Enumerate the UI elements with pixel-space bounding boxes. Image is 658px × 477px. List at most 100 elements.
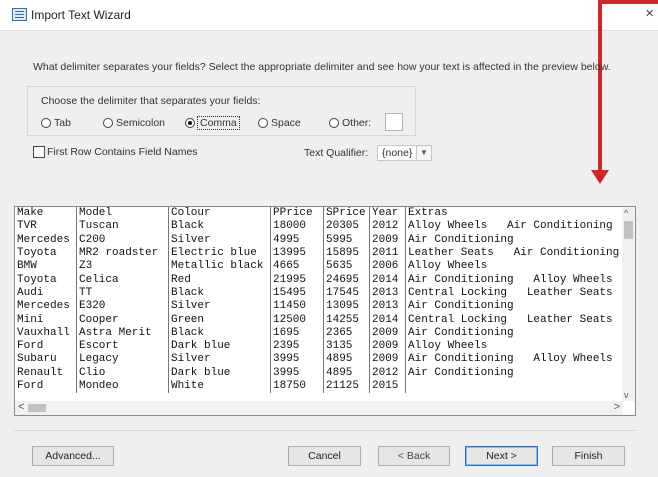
preview-grid-area: Make Model Colour PPrice SPrice Year Extras TVR… bbox=[15, 207, 623, 401]
preview-cell: Black bbox=[168, 326, 271, 340]
preview-cell: Red bbox=[168, 273, 271, 287]
text-qualifier-label: Text Qualifier: bbox=[304, 147, 369, 159]
radio-comma-label: Comma bbox=[197, 116, 240, 130]
preview-cell: Air Conditioning bbox=[405, 300, 623, 314]
preview-cell: Z3 bbox=[76, 260, 169, 274]
text-qualifier-select[interactable]: {none} ▼ bbox=[377, 145, 432, 161]
preview-cell: Mini bbox=[17, 313, 44, 326]
preview-cell: Colour bbox=[168, 207, 271, 221]
preview-cell: Silver bbox=[168, 300, 271, 314]
preview-cell: 2011 bbox=[369, 246, 406, 261]
preview-cell: 2006 bbox=[369, 260, 406, 274]
preview-cell: Toyota bbox=[17, 247, 57, 260]
preview-cell: Astra Merit bbox=[76, 326, 169, 340]
preview-cell: 2012 bbox=[369, 220, 406, 234]
scroll-up-icon[interactable]: ^ bbox=[624, 208, 628, 218]
preview-cell bbox=[405, 379, 623, 394]
radio-tab[interactable]: Tab bbox=[41, 116, 71, 130]
scroll-left-icon[interactable]: < bbox=[18, 401, 24, 413]
radio-circle-selected[interactable] bbox=[185, 118, 195, 128]
vertical-scrollbar[interactable]: ^ v bbox=[622, 207, 635, 401]
radio-tab-label: Tab bbox=[54, 117, 71, 129]
instructions-text: What delimiter separates your fields? Se… bbox=[33, 61, 611, 73]
scroll-down-icon[interactable]: v bbox=[624, 390, 629, 400]
annotation-arrow-head bbox=[591, 170, 609, 184]
scroll-right-icon[interactable]: > bbox=[614, 401, 620, 413]
finish-button[interactable]: Finish bbox=[552, 446, 625, 466]
preview-grid: Make Model Colour PPrice SPrice Year Extras TVR… bbox=[15, 207, 623, 394]
preview-row: Subaru Legacy Silver 3995 4895 2009 Air Condit… bbox=[15, 353, 623, 367]
preview-cell: Electric blue bbox=[168, 246, 271, 261]
preview-cell: Black bbox=[168, 286, 271, 301]
radio-semicolon-label: Semicolon bbox=[116, 117, 166, 129]
preview-cell: Extras bbox=[405, 207, 623, 221]
preview-row: Mercedes E320 Silver 11450 13095 2013 Air Cond… bbox=[15, 300, 623, 314]
preview-cell: Metallic black bbox=[168, 260, 271, 274]
preview-cell: 21125 bbox=[323, 379, 370, 394]
preview-cell: Air Conditioning Alloy Wheels bbox=[405, 273, 623, 287]
window-title: Import Text Wizard bbox=[31, 8, 131, 22]
cancel-button[interactable]: Cancel bbox=[288, 446, 361, 466]
first-row-field-names-checkbox[interactable] bbox=[33, 146, 45, 158]
preview-cell: 4665 bbox=[270, 260, 324, 274]
preview-cell: Clio bbox=[76, 366, 169, 380]
preview-cell: Celica bbox=[76, 273, 169, 287]
radio-circle[interactable] bbox=[103, 118, 113, 128]
next-button[interactable]: Next > bbox=[465, 446, 538, 466]
preview-cell: Model bbox=[76, 207, 169, 221]
preview-row: BMW Z3 Metallic black 4665 5635 2006 Alloy Whe… bbox=[15, 260, 623, 274]
preview-cell: 12500 bbox=[270, 313, 324, 327]
other-delimiter-input[interactable] bbox=[385, 113, 403, 131]
annotation-arrow-shaft bbox=[598, 0, 602, 172]
preview-cell: Cooper bbox=[76, 313, 169, 327]
preview-cell: 14255 bbox=[323, 313, 370, 327]
preview-cell: Dark blue bbox=[168, 366, 271, 380]
preview-cell: 11450 bbox=[270, 300, 324, 314]
preview-cell: Audi bbox=[17, 286, 44, 299]
preview-pane[interactable]: Make Model Colour PPrice SPrice Year Extras TVR… bbox=[14, 206, 636, 416]
back-button[interactable]: < Back bbox=[378, 446, 450, 466]
preview-cell: 18000 bbox=[270, 220, 324, 234]
horizontal-scrollbar[interactable]: < > bbox=[15, 401, 623, 415]
horizontal-scroll-thumb[interactable] bbox=[28, 404, 46, 412]
preview-cell: Escort bbox=[76, 339, 169, 354]
radio-other[interactable]: Other: bbox=[329, 116, 371, 130]
preview-cell: 2013 bbox=[369, 286, 406, 301]
preview-row: Mini Cooper Green 12500 14255 2014 Central Loc… bbox=[15, 313, 623, 327]
radio-circle[interactable] bbox=[258, 118, 268, 128]
preview-cell: 4895 bbox=[323, 366, 370, 380]
preview-cell: 5635 bbox=[323, 260, 370, 274]
button-divider bbox=[14, 430, 636, 431]
preview-cell: 5995 bbox=[323, 233, 370, 247]
preview-cell: 17545 bbox=[323, 286, 370, 301]
preview-cell: Mercedes bbox=[17, 300, 70, 313]
preview-row: Audi TT Black 15495 17545 2013 Central Locking… bbox=[15, 286, 623, 301]
preview-cell: Subaru bbox=[17, 353, 57, 366]
preview-row: Toyota MR2 roadster Electric blue 13995 1589… bbox=[15, 246, 623, 261]
vertical-scroll-thumb[interactable] bbox=[624, 221, 633, 239]
table-icon bbox=[12, 8, 27, 21]
preview-cell: Year bbox=[369, 207, 406, 221]
preview-cell: 21995 bbox=[270, 273, 324, 287]
delimiter-group-label: Choose the delimiter that separates your… bbox=[41, 95, 261, 107]
preview-cell: Tuscan bbox=[76, 220, 169, 234]
preview-cell: Central Locking Leather Seats bbox=[405, 313, 623, 327]
radio-space[interactable]: Space bbox=[258, 116, 301, 130]
radio-other-label: Other: bbox=[342, 117, 372, 129]
preview-row: Mercedes C200 Silver 4995 5995 2009 Air Condit… bbox=[15, 233, 623, 247]
radio-circle[interactable] bbox=[41, 118, 51, 128]
preview-cell: 15895 bbox=[323, 246, 370, 261]
close-icon[interactable]: × bbox=[645, 5, 654, 22]
annotation-arrow-top bbox=[598, 0, 658, 4]
chevron-down-icon[interactable]: ▼ bbox=[416, 146, 431, 160]
radio-circle[interactable] bbox=[329, 118, 339, 128]
preview-cell: 3995 bbox=[270, 366, 324, 380]
radio-semicolon[interactable]: Semicolon bbox=[103, 116, 165, 130]
preview-row: Toyota Celica Red 21995 24695 2014 Air Conditi… bbox=[15, 273, 623, 287]
first-row-field-names-checkbox-row[interactable]: First Row Contains Field Names bbox=[33, 146, 198, 158]
preview-cell: Vauxhall bbox=[17, 326, 70, 339]
preview-cell: Air Conditioning bbox=[405, 366, 623, 380]
advanced-button[interactable]: Advanced... bbox=[32, 446, 114, 466]
radio-comma[interactable]: Comma bbox=[185, 116, 240, 130]
preview-cell: Alloy Wheels bbox=[405, 260, 623, 274]
